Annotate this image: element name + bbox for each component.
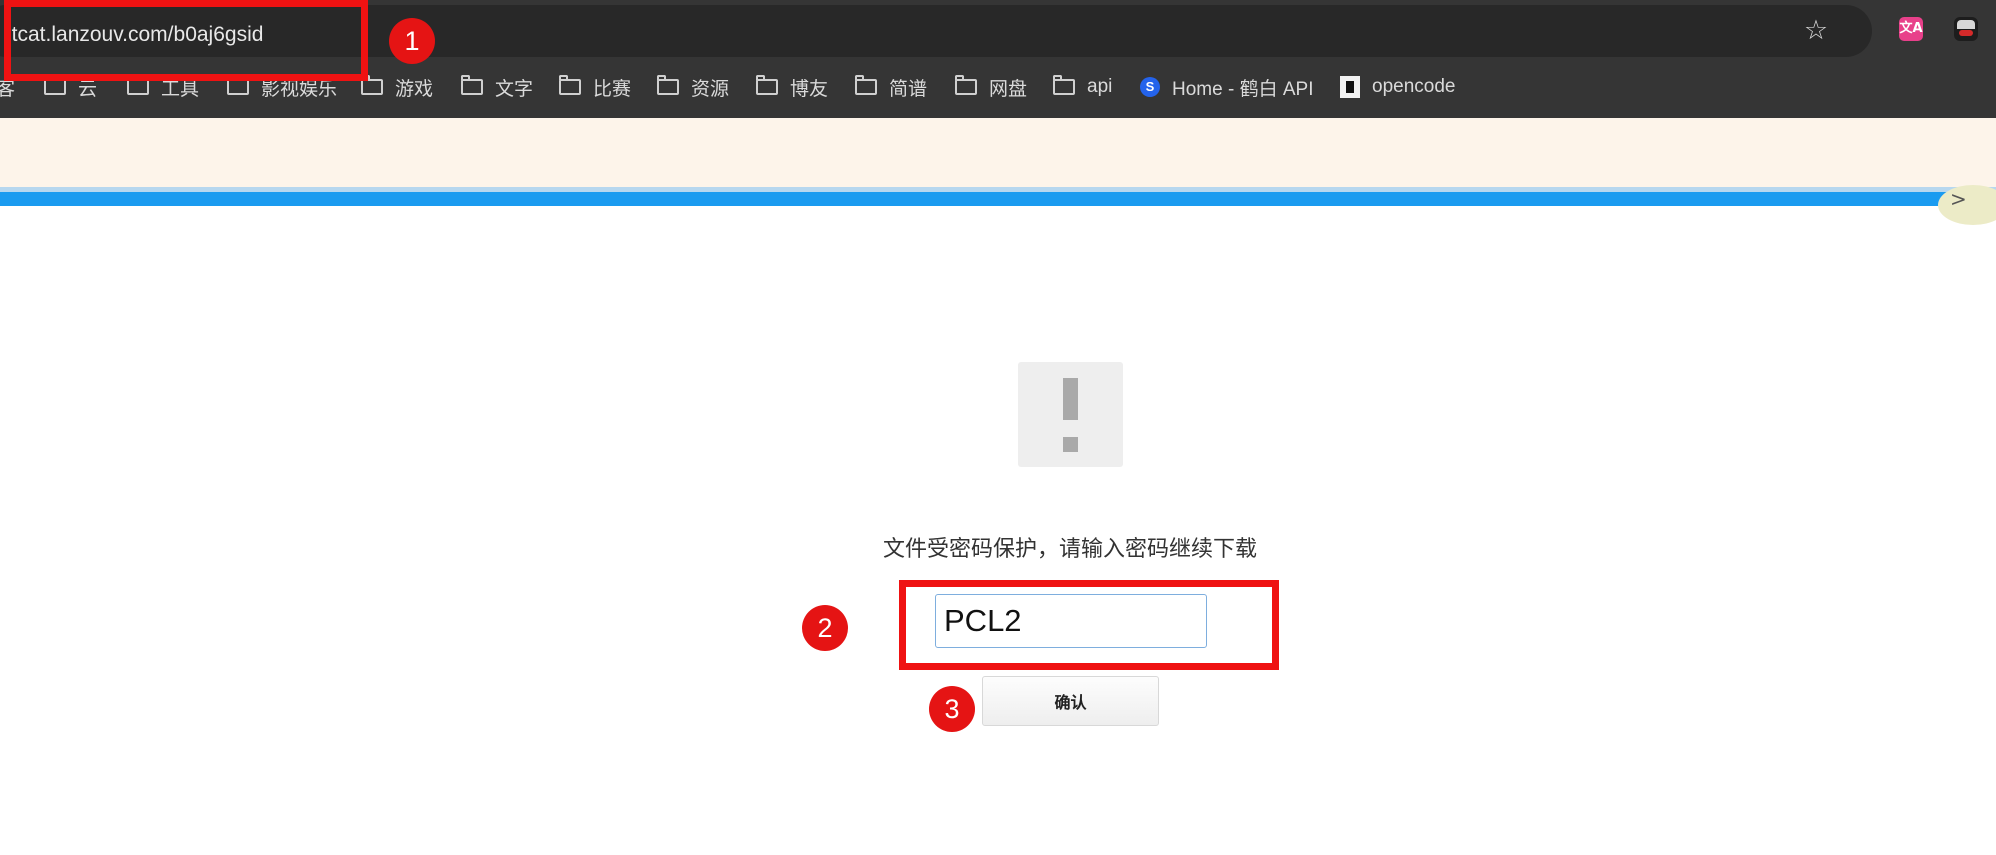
step-badge-2: 2: [802, 605, 848, 651]
corner-arrow-glyph: >: [1950, 187, 1967, 211]
bookmark-label: 游戏: [395, 78, 434, 100]
highlight-box-password: [899, 580, 1279, 670]
bookmark-folder-bloggers[interactable]: 博友: [756, 67, 828, 107]
header-bar: [0, 192, 1996, 206]
step-badge-3: 3: [929, 686, 975, 732]
bookmark-home-hebai-api[interactable]: S Home - 鹤白 API: [1140, 67, 1313, 107]
site-s-icon: S: [1140, 77, 1160, 97]
bookmark-label: 简谱: [889, 78, 928, 100]
highlight-box-url: [4, 0, 368, 81]
bookmark-label: Home - 鹤白 API: [1172, 78, 1314, 100]
star-icon[interactable]: ☆: [1802, 17, 1830, 45]
password-prompt-text: 文件受密码保护，请输入密码继续下载: [882, 537, 1257, 562]
bookmark-label: 网盘: [989, 78, 1028, 100]
bookmark-folder-resources[interactable]: 资源: [657, 67, 729, 107]
folder-icon: [461, 75, 483, 95]
bookmark-folder-games[interactable]: 游戏: [361, 67, 433, 107]
translate-icon[interactable]: 文A: [1899, 17, 1923, 41]
folder-icon: [227, 75, 249, 95]
folder-icon: [361, 75, 383, 95]
bookmark-folder-scores[interactable]: 简谱: [855, 67, 927, 107]
step-badge-1: 1: [389, 18, 435, 64]
alert-box: [1018, 362, 1123, 467]
folder-icon: [559, 75, 581, 95]
bookmark-folder-contest[interactable]: 比赛: [559, 67, 631, 107]
bookmark-folder-netdisk[interactable]: 网盘: [955, 67, 1027, 107]
folder-icon: [955, 75, 977, 95]
folder-icon: [1053, 75, 1075, 95]
folder-icon: [127, 75, 149, 95]
folder-icon: [657, 75, 679, 95]
bookmark-label: 文字: [495, 78, 534, 100]
bookmark-label: api: [1087, 76, 1113, 97]
opencode-icon: [1340, 76, 1360, 98]
bookmark-label: 资源: [691, 78, 730, 100]
alert-icon: [1018, 362, 1123, 467]
folder-icon: [44, 75, 66, 95]
corner-arrow-icon[interactable]: >: [1938, 185, 1996, 225]
bookmark-opencode[interactable]: opencode: [1340, 67, 1455, 107]
bookmark-label: 博友: [790, 78, 829, 100]
bookmark-label: 比赛: [593, 78, 632, 100]
gamepad-icon[interactable]: [1954, 17, 1978, 41]
confirm-button[interactable]: 确认: [982, 676, 1159, 726]
notice-band: [0, 118, 1996, 187]
folder-icon: [855, 75, 877, 95]
bookmark-folder-text[interactable]: 文字: [461, 67, 533, 107]
folder-icon: [756, 75, 778, 95]
bookmark-label: opencode: [1372, 76, 1456, 97]
bookmark-folder-api[interactable]: api: [1053, 67, 1112, 107]
